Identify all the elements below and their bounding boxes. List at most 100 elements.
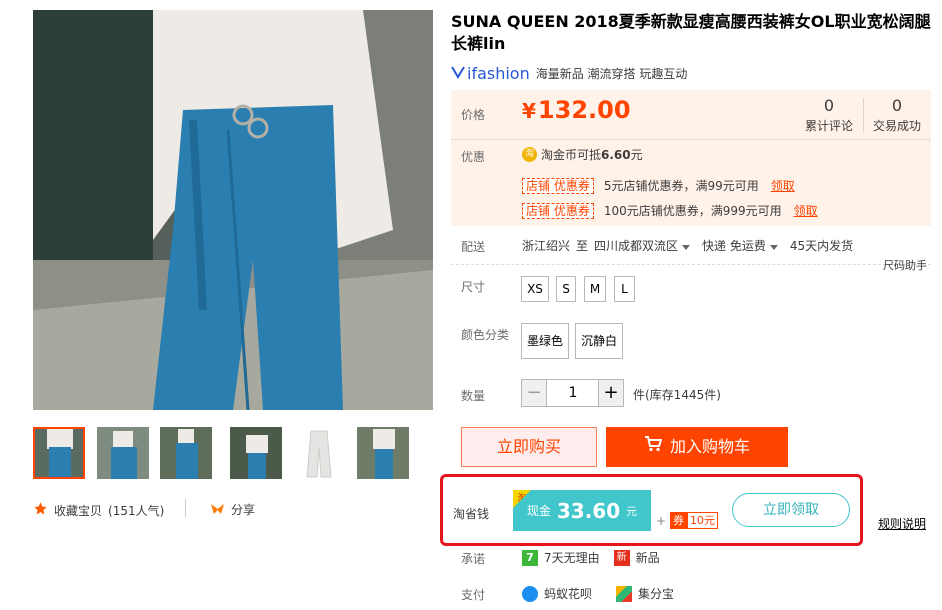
divider — [185, 499, 186, 517]
promise-row: 7 7天无理由 新 新品 — [522, 549, 660, 566]
stat-divider — [863, 98, 864, 132]
buy-now-button[interactable]: 立即购买 — [461, 427, 597, 467]
coupon-text: 5元店铺优惠券，满99元可用 — [603, 179, 759, 193]
quantity-input[interactable]: 1 — [547, 379, 599, 407]
jifenbao-icon — [616, 585, 633, 602]
review-label: 累计评论 — [804, 119, 853, 133]
chevron-down-icon — [769, 245, 778, 250]
thumbnail-3[interactable] — [160, 427, 212, 479]
stock-text: 件(库存1445件) — [633, 388, 721, 402]
product-main-image[interactable] — [33, 10, 433, 410]
thumbnail-4[interactable] — [230, 427, 282, 479]
coupon-tag: 店铺 优惠券 — [522, 177, 594, 194]
product-title: SUNA QUEEN 2018夏季新款显瘦高腰西装裤女OL职业宽松阔腿长裤lin — [451, 12, 931, 53]
price-divider — [451, 139, 931, 140]
cart-icon — [644, 427, 663, 467]
new-product-icon: 新 — [613, 549, 630, 566]
coin-text: 淘金币可抵 — [541, 148, 602, 162]
brand-row: ifashion 海量新品 潮流穿搭 玩趣互动 — [451, 64, 687, 83]
coupon-row-1: 店铺 优惠券 5元店铺优惠券，满99元可用 领取 — [522, 177, 795, 194]
divider — [451, 264, 931, 265]
sales-label: 交易成功 — [872, 119, 921, 133]
thumbnail-6[interactable] — [357, 427, 409, 479]
price-label: 价格 — [461, 108, 486, 122]
dispatch-time: 45天内发货 — [789, 239, 854, 253]
size-option-xs[interactable]: XS — [521, 276, 549, 302]
ifashion-icon — [451, 64, 465, 83]
review-stat[interactable]: 0 累计评论 — [797, 96, 861, 134]
shipping-method-text: 快递 免运费 — [702, 239, 766, 253]
shipping-method-select[interactable]: 快递 免运费 — [702, 237, 778, 254]
payment-label: 支付 — [461, 588, 486, 602]
share-icon — [210, 502, 225, 518]
share-label: 分享 — [231, 503, 256, 517]
color-option-white[interactable]: 沉静白 — [575, 323, 624, 359]
thumbnail-1[interactable] — [33, 427, 85, 479]
ifashion-logo[interactable]: ifashion — [451, 64, 530, 83]
savings-label: 淘省钱 — [453, 507, 490, 521]
cash-value: 33.60 — [556, 498, 621, 523]
sales-count: 0 — [891, 96, 903, 115]
quantity-increase-button[interactable]: + — [598, 379, 624, 407]
claim-coupon-link[interactable]: 领取 — [794, 202, 818, 219]
add-to-cart-label: 加入购物车 — [669, 437, 750, 456]
claim-coupon-link[interactable]: 领取 — [771, 177, 795, 194]
currency-symbol: ¥ — [522, 99, 536, 123]
payment-method-1[interactable]: 蚂蚁花呗 — [544, 585, 592, 602]
voucher-tag: 券 — [670, 512, 687, 529]
sales-stat: 0 交易成功 — [865, 96, 929, 134]
coin-icon: 淘 — [522, 147, 537, 162]
cash-rebate-badge: 现金 33.60 元 — [513, 490, 651, 531]
share-button[interactable]: 分享 — [210, 501, 255, 518]
size-option-l[interactable]: L — [614, 276, 635, 302]
favorite-button[interactable]: 收藏宝贝 (151人气) — [33, 501, 164, 519]
coupon-tag: 店铺 优惠券 — [522, 202, 594, 219]
plus-sign: + — [656, 514, 667, 528]
add-to-cart-button[interactable]: 加入购物车 — [606, 427, 788, 467]
huabei-icon — [522, 585, 538, 602]
promise-label: 承诺 — [461, 552, 486, 566]
size-label: 尺寸 — [461, 280, 486, 294]
review-count: 0 — [823, 96, 835, 115]
cash-unit: 元 — [626, 504, 638, 518]
brand-tags: 海量新品 潮流穿搭 玩趣互动 — [535, 67, 688, 81]
favorite-count: (151人气) — [108, 503, 165, 518]
destination-select[interactable]: 四川成都双流区 — [594, 237, 691, 254]
shipping-label: 配送 — [461, 240, 486, 254]
price-value: ¥ 132.00 — [522, 96, 631, 124]
color-option-green[interactable]: 墨绿色 — [521, 323, 570, 359]
thumbnail-5[interactable] — [293, 427, 345, 479]
chevron-down-icon — [682, 245, 691, 250]
thumbnail-2[interactable] — [97, 427, 149, 479]
quantity-decrease-button[interactable]: − — [521, 379, 547, 407]
rules-link[interactable]: 规则说明 — [878, 515, 926, 532]
coupon-text: 100元店铺优惠券，满999元可用 — [603, 204, 782, 218]
promise-text-2[interactable]: 新品 — [636, 549, 660, 566]
payment-row: 蚂蚁花呗 集分宝 — [522, 585, 674, 602]
taobao-coin-row: 淘 淘金币可抵 6.60 元 — [522, 146, 643, 163]
favorite-label: 收藏宝贝 — [54, 503, 103, 518]
claim-now-button[interactable]: 立即领取 — [732, 493, 850, 527]
destination-text: 四川成都双流区 — [594, 239, 679, 253]
quantity-label: 数量 — [461, 389, 486, 403]
price-amount: 132.00 — [537, 96, 631, 124]
size-option-m[interactable]: M — [584, 276, 606, 302]
cash-label: 现金 — [526, 504, 551, 518]
promo-label: 优惠 — [461, 150, 486, 164]
promise-text-1[interactable]: 7天无理由 — [544, 549, 600, 566]
star-icon — [33, 501, 48, 519]
color-label: 颜色分类 — [461, 328, 510, 342]
coin-value: 6.60 — [601, 147, 631, 162]
seven-day-return-icon: 7 — [522, 549, 538, 566]
size-option-s[interactable]: S — [556, 276, 576, 302]
coin-unit: 元 — [630, 148, 643, 162]
voucher-badge: 券 10元 — [670, 512, 718, 529]
coupon-row-2: 店铺 优惠券 100元店铺优惠券，满999元可用 领取 — [522, 202, 818, 219]
payment-method-2[interactable]: 集分宝 — [638, 585, 674, 602]
voucher-value: 10元 — [687, 512, 718, 529]
shipping-row: 浙江绍兴 至 四川成都双流区 快递 免运费 45天内发货 — [522, 237, 853, 254]
size-helper-link[interactable]: 尺码助手 — [883, 257, 927, 273]
brand-logo-text: ifashion — [467, 64, 530, 83]
ship-to-word: 至 — [576, 239, 589, 253]
ship-from: 浙江绍兴 — [522, 239, 571, 253]
